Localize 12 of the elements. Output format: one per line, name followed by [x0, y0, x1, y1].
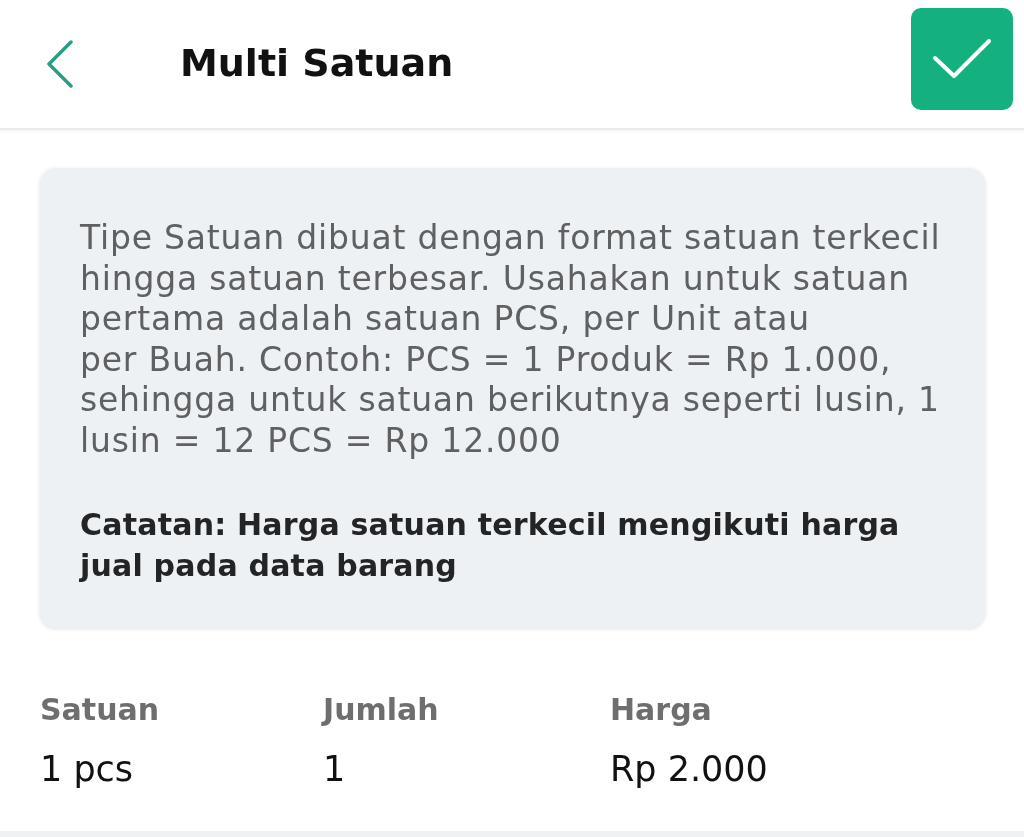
info-note: Catatan: Harga satuan terkecil mengikuti harga jual pada data barang — [80, 506, 901, 585]
table-cell: Rp 2.000 — [610, 748, 768, 790]
table-cell: 1 pcs — [40, 748, 134, 790]
back-chevron-icon — [46, 40, 74, 88]
column-header: Satuan — [40, 692, 160, 728]
table-cell: 1 — [323, 748, 346, 790]
page-title: Multi Satuan — [180, 41, 455, 87]
column-header: Harga — [610, 692, 712, 728]
column-header: Jumlah — [323, 692, 439, 728]
info-description: Tipe Satuan dibuat dengan format satuan terkecil hingga satuan terbesar. Usahakan untuk satuan pertama adalah satuan PCS, per Unit atau per Buah. Contoh: PCS = 1 Produk = Rp 1.000, sehingga untuk satuan berikutnya seperti lusin, 1 lusin = 12 PCS = Rp 12.000 — [80, 218, 942, 461]
checkmark-icon — [932, 37, 992, 80]
confirm-button[interactable] — [911, 7, 1013, 110]
